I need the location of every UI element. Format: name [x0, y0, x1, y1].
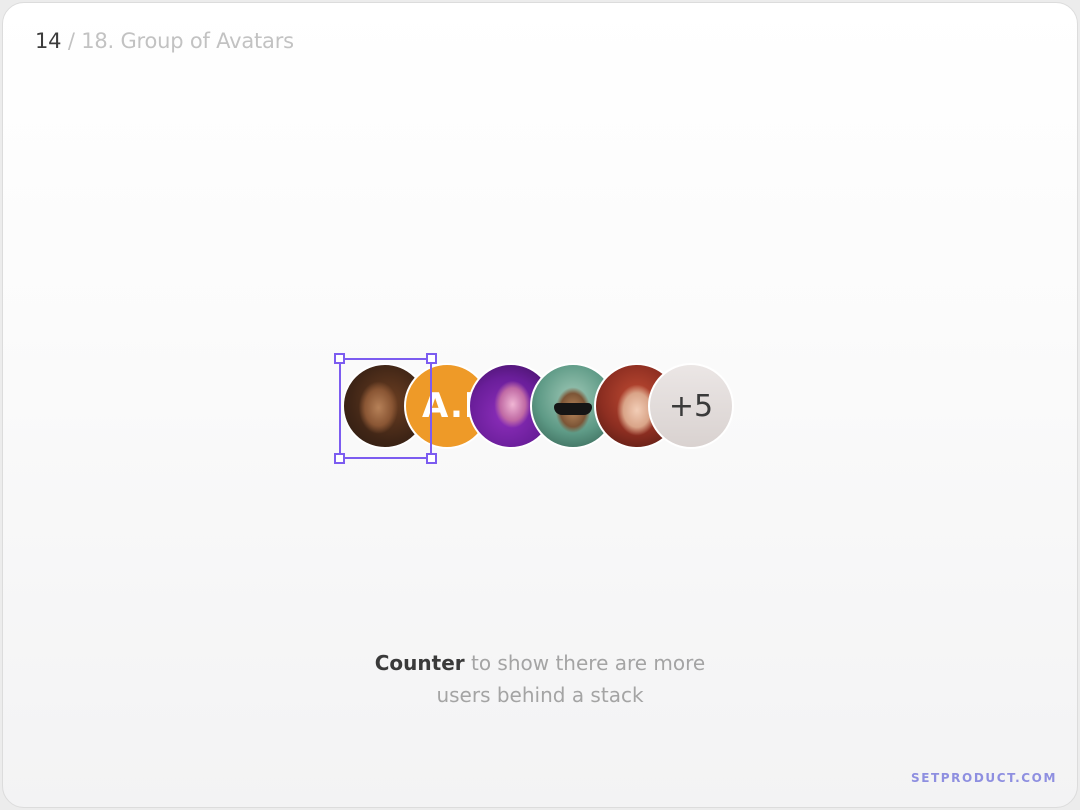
caption-line-2: users behind a stack [436, 683, 644, 707]
caption-line-1-rest: to show there are more [464, 651, 706, 675]
resize-handle-top-right[interactable] [426, 353, 437, 364]
caption-emphasis: Counter [374, 651, 465, 675]
avatar-counter[interactable]: +5 [648, 363, 734, 449]
avatar-counter-text: +5 [668, 388, 714, 424]
slide-card: 14 / 18. Group of Avatars A.B +5 Counter… [2, 2, 1078, 808]
resize-handle-bottom-left[interactable] [334, 453, 345, 464]
caption: Counter to show there are more users beh… [3, 647, 1077, 711]
sunglasses-shape [554, 403, 592, 415]
selection-box[interactable] [334, 353, 437, 464]
resize-handle-bottom-right[interactable] [426, 453, 437, 464]
resize-handle-top-left[interactable] [334, 353, 345, 364]
brand-link[interactable]: SETPRODUCT.COM [911, 771, 1057, 785]
caption-line-1: Counter to show there are more [3, 647, 1077, 679]
